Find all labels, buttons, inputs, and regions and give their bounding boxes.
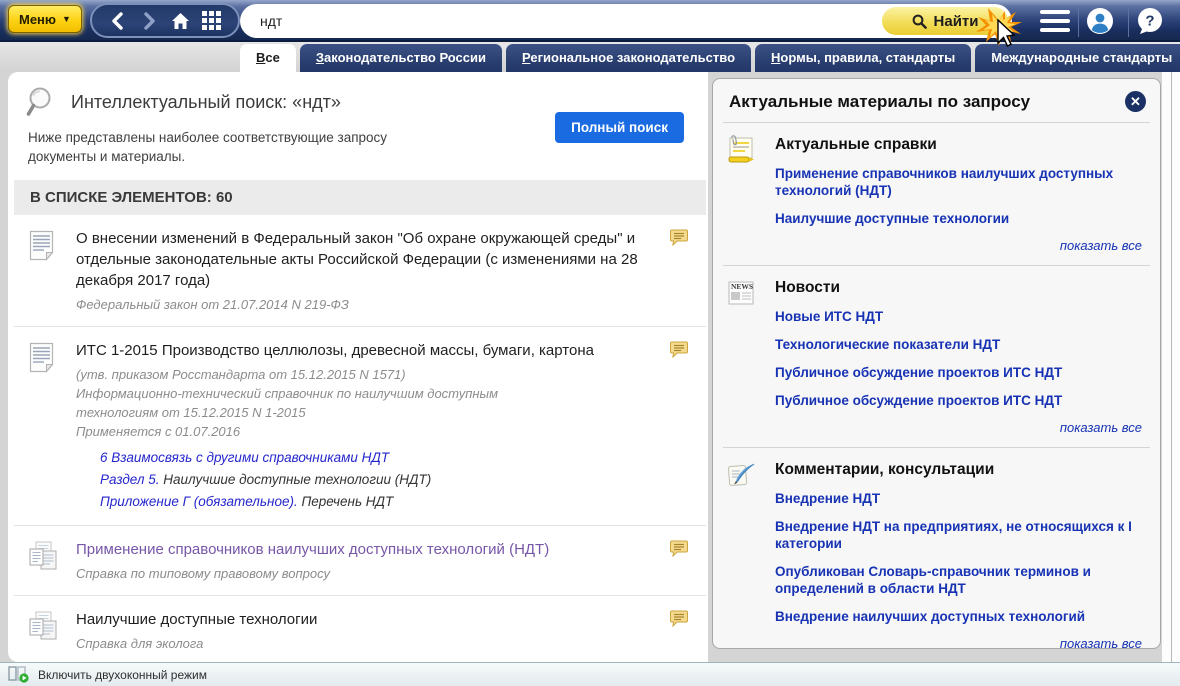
panel-section-title: Новости xyxy=(775,279,1144,297)
navigation-group xyxy=(90,3,240,38)
page-subtitle: Ниже представлены наиболее соответствующ… xyxy=(28,128,448,166)
forward-icon[interactable] xyxy=(138,11,160,31)
top-toolbar: Меню ▼ Найти xyxy=(0,0,1180,42)
panel-section-references: Актуальные справки Применение справочник… xyxy=(713,123,1160,265)
home-icon[interactable] xyxy=(170,11,192,31)
related-materials-panel: Актуальные материалы по запросу ✕ Актуал… xyxy=(712,78,1161,649)
dual-window-icon[interactable] xyxy=(8,666,30,683)
result-meta: Справка по типовому правовому вопросу xyxy=(76,564,662,583)
find-button[interactable]: Найти xyxy=(882,7,1008,35)
result-row[interactable]: Наилучшие доступные технологии Справка д… xyxy=(14,596,706,662)
result-meta: (утв. приказом Росстандарта от 15.12.201… xyxy=(76,365,662,441)
hamburger-icon[interactable] xyxy=(1040,10,1070,32)
tab-all[interactable]: Все xyxy=(240,44,296,72)
result-title[interactable]: ИТС 1-2015 Производство целлюлозы, древе… xyxy=(76,340,662,361)
panel-section-comments: Комментарии, консультации Внедрение НДТ … xyxy=(713,448,1160,649)
result-meta: Федеральный закон от 21.07.2014 N 219-ФЗ xyxy=(76,295,662,314)
reference-note-icon xyxy=(726,135,756,170)
tab-russia-legislation[interactable]: Законодательство России xyxy=(300,44,502,72)
panel-link[interactable]: Применение справочников наилучших доступ… xyxy=(775,165,1144,199)
search-results-card: Интеллектуальный поиск: «ндт» Ниже предс… xyxy=(8,72,708,662)
comment-icon[interactable] xyxy=(670,341,688,363)
user-avatar-icon[interactable] xyxy=(1086,7,1114,35)
panel-link[interactable]: Внедрение наилучших доступных технологий xyxy=(775,608,1144,625)
tab-norms-standards[interactable]: Нормы, правила, стандарты xyxy=(755,44,971,72)
status-bar: Включить двухоконный режим xyxy=(0,662,1180,686)
panel-link[interactable]: Внедрение НДТ xyxy=(775,490,1144,507)
scrollbar[interactable] xyxy=(1162,72,1180,662)
result-sublink[interactable]: Раздел 5. xyxy=(100,472,159,487)
tabs-row: Все Законодательство России Региональное… xyxy=(0,42,1180,72)
panel-title: Актуальные материалы по запросу xyxy=(729,92,1030,112)
panel-link[interactable]: Наилучшие доступные технологии xyxy=(775,210,1144,227)
svg-text:?: ? xyxy=(1145,13,1154,30)
find-button-label: Найти xyxy=(934,13,979,30)
apps-grid-icon[interactable] xyxy=(201,11,223,31)
tab-regional-legislation[interactable]: Региональное законодательство xyxy=(506,44,751,72)
show-all-link[interactable]: показать все xyxy=(775,420,1142,435)
help-icon[interactable]: ? xyxy=(1136,7,1164,35)
magnifier-icon xyxy=(26,86,59,118)
page-title: Интеллектуальный поиск: «ндт» xyxy=(71,92,341,113)
result-row[interactable]: Применение справочников наилучших доступ… xyxy=(14,526,706,596)
panel-link[interactable]: Публичное обсуждение проектов ИТС НДТ xyxy=(775,392,1144,409)
menu-button-label: Меню xyxy=(19,12,56,27)
document-icon xyxy=(28,230,55,261)
panel-section-news: NEWS Новости Новые ИТС НДТ Технологическ… xyxy=(713,266,1160,447)
panel-link[interactable]: Новые ИТС НДТ xyxy=(775,308,1144,325)
result-row[interactable]: ИТС 1-2015 Производство целлюлозы, древе… xyxy=(14,327,706,526)
panel-link[interactable]: Опубликован Словарь-справочник терминов … xyxy=(775,563,1144,597)
back-icon[interactable] xyxy=(107,11,129,31)
svg-text:NEWS: NEWS xyxy=(731,282,753,291)
comment-icon[interactable] xyxy=(670,540,688,562)
search-icon xyxy=(912,14,927,29)
panel-section-title: Комментарии, консультации xyxy=(775,461,1144,479)
result-title[interactable]: Применение справочников наилучших доступ… xyxy=(76,539,662,560)
toolbar-divider xyxy=(1078,5,1079,37)
comment-icon[interactable] xyxy=(670,610,688,632)
show-all-link[interactable]: показать все xyxy=(775,636,1142,649)
menu-caret-icon: ▼ xyxy=(62,14,71,24)
result-sublink[interactable]: Приложение Г (обязательное). xyxy=(100,494,298,509)
show-all-link[interactable]: показать все xyxy=(775,238,1142,253)
document-icon xyxy=(28,342,55,373)
full-search-button[interactable]: Полный поиск xyxy=(555,112,684,143)
result-row[interactable]: О внесении изменений в Федеральный закон… xyxy=(14,215,706,327)
panel-link[interactable]: Внедрение НДТ на предприятиях, не относя… xyxy=(775,518,1144,552)
result-sublink[interactable]: 6 Взаимосвязь с другими справочниками НД… xyxy=(100,450,389,465)
news-icon: NEWS xyxy=(726,278,756,313)
result-sublinks: 6 Взаимосвязь с другими справочниками НД… xyxy=(100,447,662,513)
panel-link[interactable]: Технологические показатели НДТ xyxy=(775,336,1144,353)
result-meta: Справка для эколога xyxy=(76,634,662,653)
toolbar-divider xyxy=(1128,5,1129,37)
copies-icon xyxy=(28,541,58,573)
list-count-header: В СПИСКЕ ЭЛЕМЕНТОВ: 60 xyxy=(14,180,706,215)
quill-comment-icon xyxy=(726,460,756,495)
comment-icon[interactable] xyxy=(670,229,688,251)
status-label[interactable]: Включить двухоконный режим xyxy=(38,668,207,682)
tab-international-standards[interactable]: Международные стандарты xyxy=(975,44,1180,72)
result-title[interactable]: О внесении изменений в Федеральный закон… xyxy=(76,228,662,291)
panel-link[interactable]: Публичное обсуждение проектов ИТС НДТ xyxy=(775,364,1144,381)
close-icon[interactable]: ✕ xyxy=(1125,91,1146,112)
copies-icon xyxy=(28,611,58,643)
panel-section-title: Актуальные справки xyxy=(775,136,1144,154)
result-title[interactable]: Наилучшие доступные технологии xyxy=(76,609,662,630)
menu-button[interactable]: Меню ▼ xyxy=(8,5,82,33)
